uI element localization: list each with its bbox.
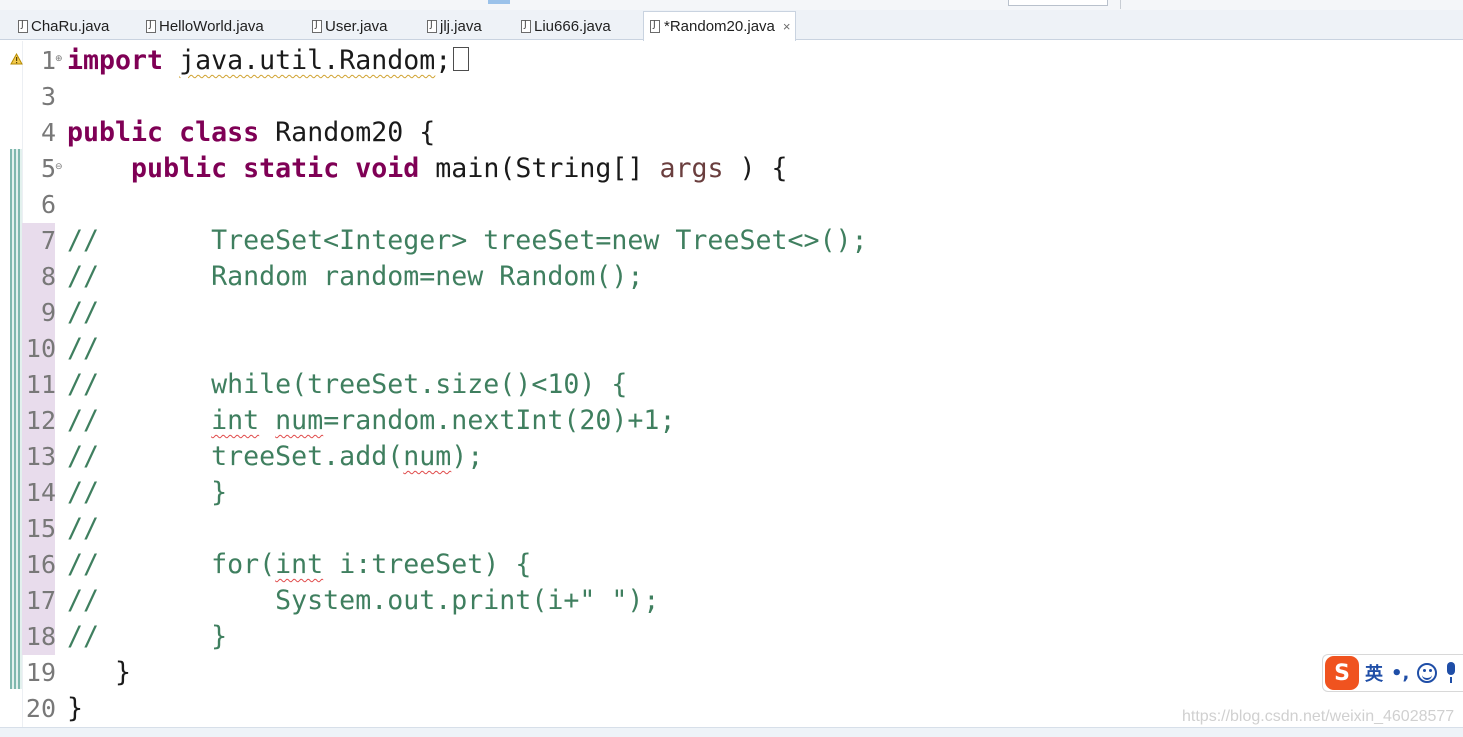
- code-line[interactable]: 18 // }: [0, 619, 1463, 655]
- java-file-icon: [650, 20, 660, 33]
- code-line[interactable]: 15 //: [0, 511, 1463, 547]
- code-line[interactable]: 14 // }: [0, 475, 1463, 511]
- text-caret: [453, 47, 470, 71]
- code-line[interactable]: 6: [0, 187, 1463, 223]
- line-number: 20: [25, 694, 56, 723]
- line-text: public class Random20 {: [67, 117, 436, 148]
- line-number: 14: [25, 478, 56, 507]
- line-text: }: [67, 657, 132, 688]
- editor-tab-bar: ChaRu.java HelloWorld.java User.java jlj…: [0, 10, 1463, 41]
- line-text: // Random random=new Random();: [67, 261, 644, 292]
- code-line[interactable]: 7 // TreeSet<Integer> treeSet=new TreeSe…: [0, 223, 1463, 259]
- line-text: public static void main(String[] args ) …: [131, 153, 788, 184]
- line-text: // treeSet.add(num);: [67, 441, 484, 472]
- tab-label: HelloWorld.java: [159, 18, 264, 35]
- tab-charu[interactable]: ChaRu.java: [16, 13, 109, 40]
- tab-jlj[interactable]: jlj.java: [425, 13, 482, 40]
- sogou-logo-icon[interactable]: S: [1325, 656, 1359, 690]
- line-text: // while(treeSet.size()<10) {: [67, 369, 628, 400]
- line-number: 10: [25, 334, 56, 363]
- line-number: 1: [40, 46, 56, 75]
- java-file-icon: [427, 20, 437, 33]
- line-text: //: [67, 513, 100, 544]
- code-line[interactable]: 19 }: [0, 655, 1463, 691]
- code-line[interactable]: 13 // treeSet.add(num);: [0, 439, 1463, 475]
- line-text: // for(int i:treeSet) {: [67, 549, 532, 580]
- code-line[interactable]: 9 //: [0, 295, 1463, 331]
- line-text: }: [67, 693, 84, 724]
- line-number: 17: [25, 586, 56, 615]
- line-text: // }: [67, 477, 228, 508]
- java-file-icon: [146, 20, 156, 33]
- emoji-icon[interactable]: [1417, 663, 1438, 683]
- tab-label: ChaRu.java: [31, 18, 110, 35]
- line-number: 8: [40, 262, 56, 291]
- watermark: https://blog.csdn.net/weixin_46028577: [1182, 708, 1455, 725]
- tab-label: jlj.java: [440, 18, 482, 35]
- line-text: // int num=random.nextInt(20)+1;: [67, 405, 676, 436]
- toolbar-highlight: [488, 0, 510, 4]
- code-line[interactable]: 10 //: [0, 331, 1463, 367]
- fold-collapse-icon[interactable]: ⊖: [55, 161, 63, 173]
- tab-label: Liu666.java: [534, 18, 611, 35]
- line-text: //: [67, 297, 100, 328]
- tab-user[interactable]: User.java: [310, 13, 388, 40]
- line-number: 11: [25, 370, 56, 399]
- line-number: 13: [25, 442, 56, 471]
- fold-expand-icon[interactable]: ⊕: [55, 53, 63, 65]
- tab-label: User.java: [325, 18, 388, 35]
- code-line[interactable]: 3: [0, 79, 1463, 115]
- java-file-icon: [18, 20, 28, 33]
- line-number: 18: [25, 622, 56, 651]
- line-number: 12: [25, 406, 56, 435]
- line-text: // }: [67, 621, 228, 652]
- line-number: 15: [25, 514, 56, 543]
- tab-liu666[interactable]: Liu666.java: [519, 13, 611, 40]
- line-number: 4: [40, 118, 56, 147]
- window-top-strip: [0, 0, 1463, 10]
- code-line[interactable]: 5 ⊖ public static void main(String[] arg…: [0, 151, 1463, 187]
- code-line[interactable]: 16 // for(int i:treeSet) {: [0, 547, 1463, 583]
- line-number: 3: [40, 82, 56, 111]
- java-file-icon: [312, 20, 322, 33]
- code-line[interactable]: 12 // int num=random.nextInt(20)+1;: [0, 403, 1463, 439]
- line-number: 19: [25, 658, 56, 687]
- code-line[interactable]: 11 // while(treeSet.size()<10) {: [0, 367, 1463, 403]
- line-text: //: [67, 333, 100, 364]
- ime-toolbar[interactable]: S 英 •,: [1322, 654, 1463, 692]
- line-text: // TreeSet<Integer> treeSet=new TreeSet<…: [67, 225, 868, 256]
- code-line[interactable]: 8 // Random random=new Random();: [0, 259, 1463, 295]
- code-line[interactable]: 1 ⊕ import java.util.Random;: [0, 43, 1463, 79]
- line-text: // System.out.print(i+" ");: [67, 585, 660, 616]
- java-file-icon: [521, 20, 531, 33]
- ime-language-toggle[interactable]: 英: [1365, 660, 1383, 686]
- editor-bottom-edge: [0, 727, 1463, 737]
- ime-punctuation-toggle[interactable]: •,: [1391, 663, 1409, 684]
- line-number: 9: [40, 298, 56, 327]
- line-number: 7: [40, 226, 56, 255]
- tab-helloworld[interactable]: HelloWorld.java: [144, 13, 264, 40]
- code-line[interactable]: 17 // System.out.print(i+" ");: [0, 583, 1463, 619]
- line-text: import java.util.Random;: [67, 43, 470, 79]
- toolbar-separator: [1120, 0, 1121, 9]
- tab-label: *Random20.java: [664, 18, 775, 35]
- close-icon[interactable]: ×: [783, 19, 791, 34]
- tab-random20[interactable]: *Random20.java ×: [643, 11, 796, 41]
- line-number: 16: [25, 550, 56, 579]
- line-number: 6: [40, 190, 56, 219]
- microphone-icon[interactable]: [1444, 662, 1458, 684]
- quick-access-field[interactable]: [1008, 0, 1108, 6]
- code-line[interactable]: 4 public class Random20 {: [0, 115, 1463, 151]
- line-number: 5: [40, 154, 56, 183]
